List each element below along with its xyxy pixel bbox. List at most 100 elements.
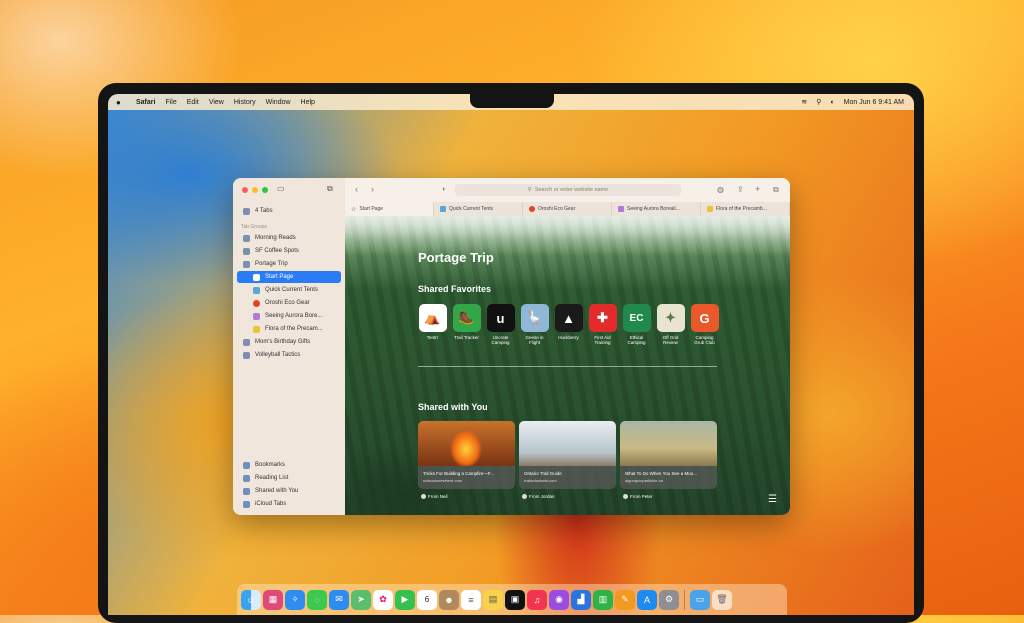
notes-icon[interactable]: ▤ [483,589,503,610]
trash-icon[interactable]: 🗑 [712,589,732,610]
messages-icon[interactable]: ◌ [307,589,327,610]
tab-oroshi-eco-gear[interactable]: Oroshi Eco Gear [523,202,612,216]
keynote-icon[interactable]: ▟ [571,589,591,610]
sidebar-item-bookmarks[interactable]: Bookmarks [237,459,341,471]
favorite-first-aid[interactable]: ✚ First Aid Training [588,304,617,345]
avatar [522,494,527,499]
tab-group-icon [243,338,250,346]
menu-edit[interactable]: Edit [187,99,199,106]
start-page: Portage Trip Shared Favorites ⛺ Tentrr 🥾… [345,216,790,515]
favorite-uncrate[interactable]: u Uncrate Camping [486,304,515,345]
shared-card-trail-guide[interactable]: Ontario Trail Guide trailsofontario.com [519,421,616,489]
sidebar-item-shared-with-you[interactable]: Shared with You [237,485,341,497]
sidebar-item-tab[interactable]: Seeing Aurora Bore... [237,310,341,322]
tab-seeing-aurora[interactable]: Seeing Aurora Boreali... [612,202,701,216]
menu-help[interactable]: Help [301,99,315,106]
launchpad-icon[interactable]: ▦ [263,589,283,610]
sidebar-item-portage-trip[interactable]: Portage Trip [237,258,341,270]
favorite-grub-club[interactable]: G Camping Grub Club [690,304,719,345]
calendar-icon[interactable]: 6 [417,589,437,610]
sidebar-toggle-icon[interactable]: ▭ [277,184,285,193]
clock[interactable]: Mon Jun 6 9:41 AM [844,99,904,106]
downloads-folder-icon[interactable]: ▭ [690,589,710,610]
spotlight-search-icon[interactable]: ⚲ [816,98,821,106]
menu-history[interactable]: History [234,99,256,106]
menu-safari[interactable]: Safari [136,99,155,106]
forward-icon[interactable]: › [371,184,374,194]
close-button[interactable] [242,187,248,193]
elk-image [620,421,717,466]
shared-card-campfire[interactable]: Tricks For Building a Campfire—F... nots… [418,421,515,489]
sidebar-item-tabs[interactable]: 4 Tabs [237,205,341,217]
app-store-icon[interactable]: A [637,589,657,610]
forest-background [345,216,790,256]
sidebar-item-volleyball[interactable]: Volleyball Tactics [237,349,341,361]
reminders-icon[interactable]: ≡ [461,589,481,610]
wifi-icon[interactable]: ≋ [801,98,807,106]
minimize-button[interactable] [252,187,258,193]
shared-with-you-icon [243,487,250,495]
shared-card-moose[interactable]: What To Do When You See a Moo... algonqu… [620,421,717,489]
from-jordan[interactable]: From Jordan [522,494,555,499]
music-icon[interactable]: ♫ [527,589,547,610]
share-icon[interactable]: ⇪ [737,185,744,194]
maps-icon[interactable]: ➤ [351,589,371,610]
from-peter[interactable]: From Peter [623,494,653,499]
menu-window[interactable]: Window [266,99,291,106]
tentrr-icon: ⛺ [418,304,447,332]
system-settings-icon[interactable]: ⚙ [659,589,679,610]
finder-icon[interactable]: ☺ [241,589,261,610]
address-bar[interactable]: ⚲ Search or enter website name [455,184,681,196]
sidebar-item-tab[interactable]: Flora of the Precam... [237,323,341,335]
numbers-icon[interactable]: ▥ [593,589,613,610]
sidebar-item-tab[interactable]: Quick Current Tents [237,284,341,296]
favicon [707,206,713,212]
new-tab-icon[interactable]: + [755,184,760,194]
search-icon: ⚲ [527,187,532,193]
bookmarks-icon [243,461,250,469]
contacts-icon[interactable]: ☻ [439,589,459,610]
pages-icon[interactable]: ✎ [615,589,635,610]
safari-icon[interactable]: ✧ [285,589,305,610]
tab-flora[interactable]: Flora of the Precamb... [701,202,790,216]
sidebar-item-reading-list[interactable]: Reading List [237,472,341,484]
sidebar-item-morning-reads[interactable]: Morning Reads [237,232,341,244]
favorite-geese[interactable]: 🪿 Geese in Flight [520,304,549,345]
photos-icon[interactable]: ✿ [373,589,393,610]
apple-menu-icon[interactable]: ● [116,98,126,107]
shared-cards: Tricks For Building a Campfire—F... nots… [418,421,717,489]
facetime-icon[interactable]: ▶ [395,589,415,610]
customize-start-page-icon[interactable]: ☰ [768,494,777,505]
favorite-trail-tracker[interactable]: 🥾 Trail Tracker [452,304,481,345]
control-center-icon[interactable]: ◐ [830,99,834,106]
sidebar-item-sf-coffee[interactable]: SF Coffee Spots [237,245,341,257]
trail-tracker-icon: 🥾 [452,304,481,332]
favorite-ethical-camping[interactable]: EC Ethical Camping [622,304,651,345]
tab-overview-icon[interactable]: ⧉ [327,184,333,194]
from-neil[interactable]: From Neil [421,494,448,499]
sidebar-item-moms-birthday[interactable]: Mom's Birthday Gifts [237,336,341,348]
favorites-grid: ⛺ Tentrr 🥾 Trail Tracker u Uncrate Campi… [418,304,719,345]
zoom-button[interactable] [262,187,268,193]
back-icon[interactable]: ‹ [355,184,358,194]
favicon [440,206,446,212]
tab-quick-current-tents[interactable]: Quick Current Tents [434,202,523,216]
tab-overview-icon[interactable]: ⧉ [773,185,779,195]
tab-group-icon [243,234,250,242]
tabs-icon [243,207,250,215]
sidebar-item-start-page[interactable]: Start Page [237,271,341,283]
privacy-shield-icon[interactable]: ◑ [441,186,445,193]
tab-start-page[interactable]: ☆ Start Page [345,202,434,216]
apple-tv-icon[interactable]: ▣ [505,589,525,610]
sidebar-item-icloud-tabs[interactable]: iCloud Tabs [237,498,341,510]
sidebar-item-tab[interactable]: Oroshi Eco Gear [237,297,341,309]
menu-view[interactable]: View [209,99,224,106]
favorite-off-grid[interactable]: ✦ Off Grid Review [656,304,685,345]
menu-file[interactable]: File [165,99,176,106]
podcasts-icon[interactable]: ◉ [549,589,569,610]
favorite-huckberry[interactable]: ▲ Huckberry [554,304,583,345]
mail-icon[interactable]: ✉ [329,589,349,610]
icloud-icon [243,500,250,508]
extension-icon[interactable]: ◍ [717,185,724,194]
favorite-tentrr[interactable]: ⛺ Tentrr [418,304,447,345]
